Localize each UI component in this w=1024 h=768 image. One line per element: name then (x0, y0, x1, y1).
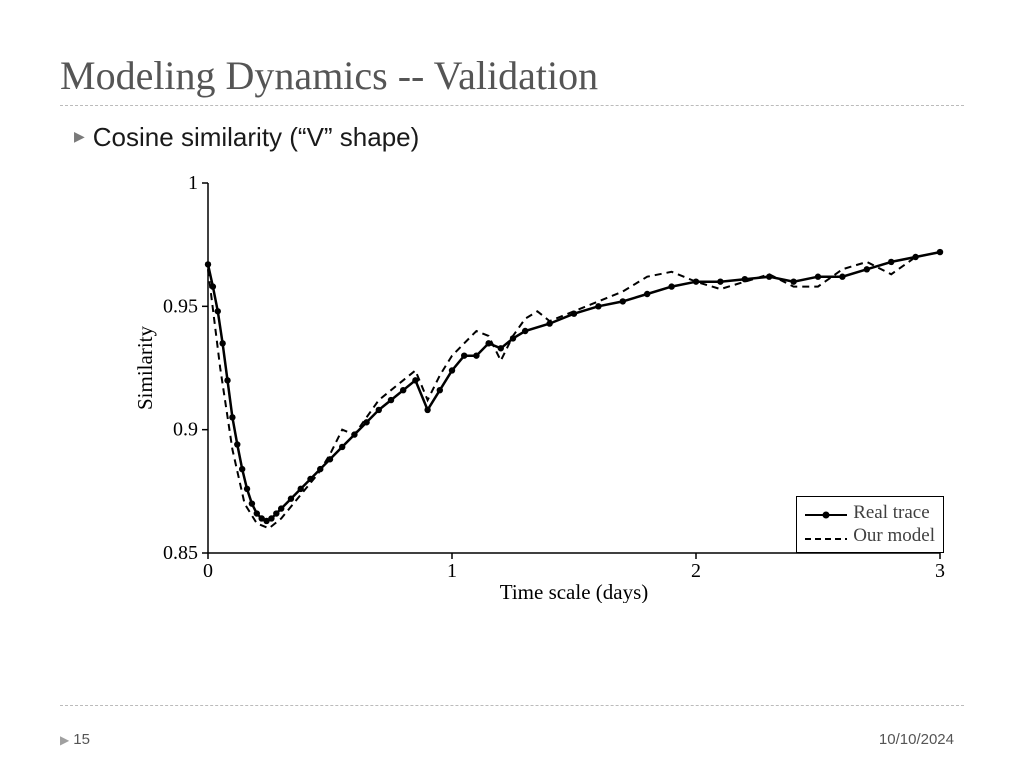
footer-divider (60, 705, 964, 706)
chart-container: 0 1 2 3 0.85 0.9 0.95 1 Time scale (days) Similar… (130, 173, 950, 603)
svg-text:0.95: 0.95 (163, 295, 198, 317)
svg-text:0.85: 0.85 (163, 542, 198, 564)
bullet-item: ▶ Cosine similarity (“V” shape) (74, 122, 964, 153)
slide-title: Modeling Dynamics -- Validation (60, 52, 964, 99)
svg-text:Similarity: Similarity (133, 326, 157, 411)
legend-label: Our model (853, 524, 935, 548)
svg-text:1: 1 (188, 173, 198, 194)
svg-text:3: 3 (935, 560, 945, 582)
slide-number-value: 15 (73, 731, 90, 748)
legend-entry-our-model: Our model (805, 524, 935, 548)
legend-entry-real-trace: Real trace (805, 501, 935, 525)
title-divider (60, 105, 964, 106)
svg-text:Time scale (days): Time scale (days) (500, 580, 649, 603)
triangle-bullet-icon: ▶ (74, 129, 85, 146)
svg-text:0.9: 0.9 (173, 419, 198, 441)
slide-number: ▶ 15 (60, 731, 90, 748)
slide-date: 10/10/2024 (879, 731, 954, 748)
footer: ▶ 15 10/10/2024 (60, 731, 954, 748)
legend-swatch-dashed (805, 529, 847, 543)
svg-text:0: 0 (203, 560, 213, 582)
legend-label: Real trace (853, 501, 929, 525)
svg-text:2: 2 (691, 560, 701, 582)
triangle-icon: ▶ (60, 733, 69, 747)
svg-text:1: 1 (447, 560, 457, 582)
legend-swatch-solid (805, 505, 847, 519)
slide: Modeling Dynamics -- Validation ▶ Cosine… (0, 0, 1024, 768)
legend: Real trace Our model (796, 496, 944, 554)
bullet-text: Cosine similarity (“V” shape) (93, 122, 420, 153)
